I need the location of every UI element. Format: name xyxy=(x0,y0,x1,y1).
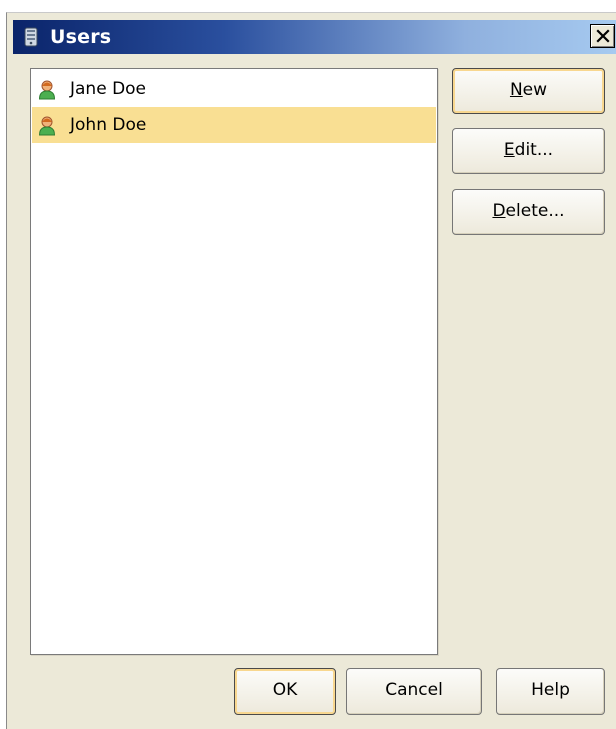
edit-button-label: Edit... xyxy=(503,140,554,160)
user-icon xyxy=(38,80,56,100)
edit-button[interactable]: Edit... xyxy=(452,128,605,174)
delete-button[interactable]: Delete... xyxy=(452,189,605,235)
help-button-label: Help xyxy=(531,680,570,700)
new-button-label: New xyxy=(509,80,548,100)
title-bar[interactable]: Users xyxy=(13,20,616,54)
help-button[interactable]: Help xyxy=(496,668,605,715)
list-item-jane-doe[interactable]: Jane Doe xyxy=(32,71,436,107)
window-title: Users xyxy=(50,26,112,48)
ok-button[interactable]: OK xyxy=(234,668,336,715)
new-button[interactable]: New xyxy=(452,68,605,114)
ok-button-label: OK xyxy=(272,680,298,700)
list-item-label: John Doe xyxy=(70,115,147,135)
user-icon xyxy=(38,116,56,136)
users-database-icon xyxy=(21,27,41,47)
cancel-button-label: Cancel xyxy=(385,680,443,700)
cancel-button[interactable]: Cancel xyxy=(346,668,482,715)
users-list[interactable]: Jane Doe John Doe xyxy=(30,68,438,655)
list-item-john-doe[interactable]: John Doe xyxy=(32,107,436,143)
delete-button-label: Delete... xyxy=(492,201,565,221)
list-item-label: Jane Doe xyxy=(70,79,147,99)
close-button[interactable] xyxy=(590,24,615,48)
